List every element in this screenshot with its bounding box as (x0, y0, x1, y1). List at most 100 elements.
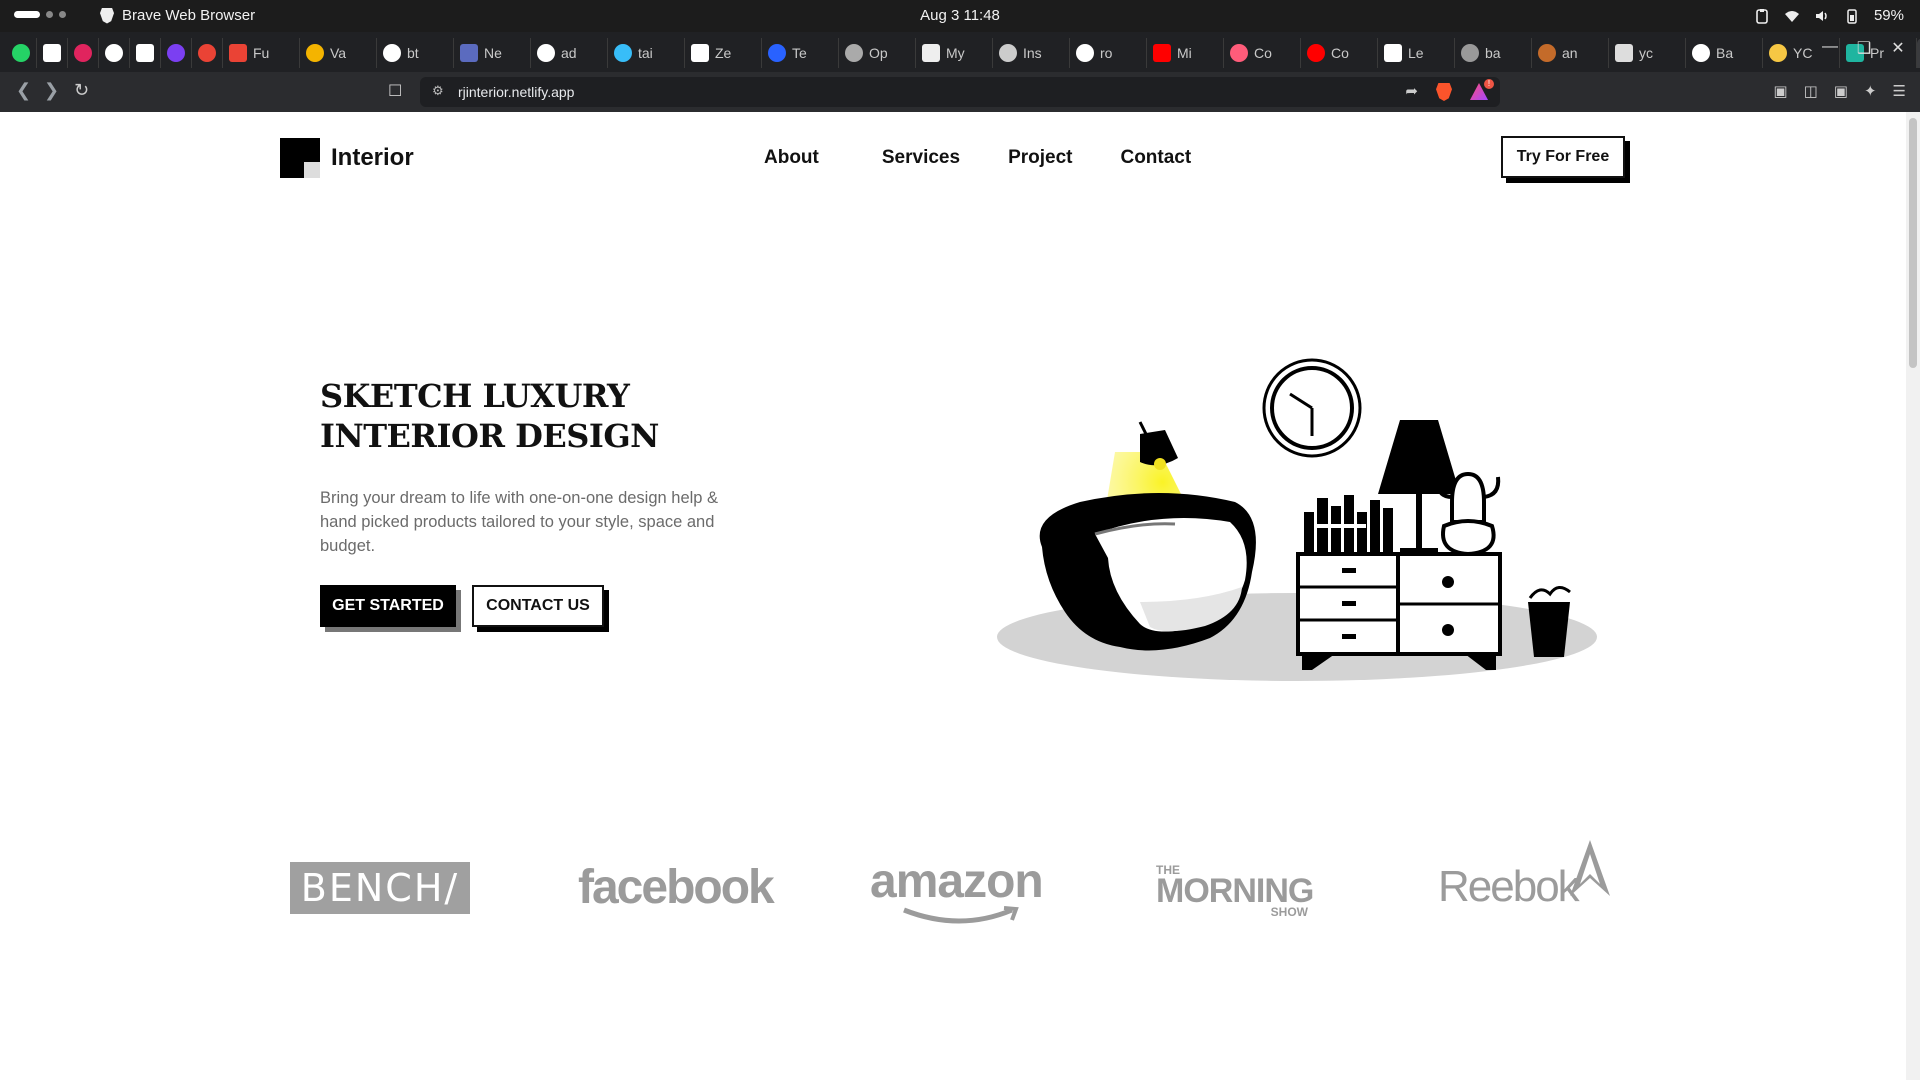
brand-morning-show-logo: THE MORNING SHOW (1156, 864, 1326, 918)
browser-tab[interactable]: ad (531, 38, 608, 68)
nav-services[interactable]: Services (882, 147, 960, 169)
browser-tab[interactable]: Co (1301, 38, 1378, 68)
hero-illustration (997, 358, 1597, 681)
url-text[interactable]: rjinterior.netlify.app (458, 84, 574, 100)
brave-shields-icon[interactable] (1436, 83, 1452, 101)
logo-mark-icon (280, 138, 320, 178)
site-logo[interactable]: Interior (280, 138, 414, 178)
dresser-icon (1296, 552, 1502, 670)
browser-tab[interactable]: Ba (1686, 38, 1763, 68)
browser-tab[interactable] (161, 38, 192, 68)
browser-tab[interactable] (192, 38, 223, 68)
browser-tab[interactable]: Co (1224, 38, 1301, 68)
tab-favicon-icon (845, 44, 863, 62)
browser-tab[interactable]: Ins (993, 38, 1070, 68)
page-scrollbar[interactable] (1906, 112, 1920, 1080)
tab-favicon-icon (614, 44, 632, 62)
maximize-icon[interactable]: ❑ (1856, 38, 1872, 58)
tab-label: Co (1254, 45, 1272, 61)
browser-tab[interactable]: Mi (1147, 38, 1224, 68)
tab-label: ad (561, 45, 577, 61)
back-icon[interactable]: ❮ (16, 80, 31, 101)
try-for-free-button[interactable]: Try For Free (1501, 136, 1625, 178)
browser-tab[interactable] (37, 38, 68, 68)
share-icon[interactable]: ➦ (1405, 82, 1418, 100)
tab-label: Op (869, 45, 888, 61)
wallet-icon[interactable]: ▣ (1834, 82, 1848, 100)
tab-favicon-icon (922, 44, 940, 62)
tab-favicon-icon (1538, 44, 1556, 62)
tab-label: Ze (715, 45, 732, 61)
main-nav: About Services Project Contact (764, 147, 1191, 169)
logo-text: Interior (331, 144, 414, 171)
morning-main: MORNING (1156, 872, 1314, 910)
browser-tab[interactable]: My (916, 38, 993, 68)
bookmark-icon[interactable]: ☐ (388, 81, 402, 101)
browser-tab[interactable]: Va (300, 38, 377, 68)
browser-tab[interactable]: ba (1455, 38, 1532, 68)
browser-tab[interactable]: tai (608, 38, 685, 68)
volume-icon (1815, 10, 1827, 21)
nav-contact[interactable]: Contact (1120, 147, 1191, 169)
tab-favicon-icon (1076, 44, 1094, 62)
tab-favicon-icon (167, 44, 185, 62)
tab-favicon-icon (229, 44, 247, 62)
tab-label: bt (407, 45, 419, 61)
brand-facebook-logo: facebook (578, 861, 775, 914)
address-bar[interactable]: ⚙ rjinterior.netlify.app ➦ ! (420, 77, 1500, 107)
browser-tab[interactable]: Ne (454, 38, 531, 68)
sidebar-icon[interactable]: ◫ (1804, 82, 1818, 100)
toolbar-actions: ▣ ◫ ▣ ✦ ☰ (1773, 82, 1906, 100)
browser-tab[interactable]: Fu (223, 38, 300, 68)
browser-tab[interactable]: Ze (685, 38, 762, 68)
contact-us-button[interactable]: CONTACT US (472, 585, 604, 627)
browser-tab[interactable]: Te (762, 38, 839, 68)
browser-tab[interactable]: Op (839, 38, 916, 68)
site-settings-icon[interactable]: ⚙ (432, 83, 444, 99)
tab-label: Te (792, 45, 807, 61)
tab-favicon-icon (1461, 44, 1479, 62)
browser-tab[interactable]: bt (377, 38, 454, 68)
hero-description: Bring your dream to life with one-on-one… (320, 489, 719, 555)
menu-icon[interactable]: ☰ (1893, 82, 1906, 100)
browser-tab[interactable] (130, 38, 161, 68)
tab-label: an (1562, 45, 1578, 61)
hero-title: SKETCH LUXURY INTERIOR DESIGN (320, 376, 659, 456)
wifi-icon (1784, 10, 1799, 22)
forward-icon[interactable]: ❯ (44, 80, 59, 101)
browser-tab[interactable] (6, 38, 37, 68)
browser-tab[interactable]: an (1532, 38, 1609, 68)
browser-tab[interactable]: Le (1378, 38, 1455, 68)
nav-project[interactable]: Project (1008, 147, 1072, 169)
browser-tab[interactable] (99, 38, 130, 68)
trash-bin-icon (1528, 586, 1571, 657)
battery-percent: 59% (1873, 7, 1904, 24)
nav-about[interactable]: About (764, 147, 819, 169)
browser-tab[interactable] (68, 38, 99, 68)
window-controls: — ❑ ✕ (1822, 38, 1906, 58)
tab-favicon-icon (1153, 44, 1171, 62)
tab-strip: Fu Va bt Ne ad tai Ze Te Op My Ins ro Mi Co Co Le ba an yc… (0, 32, 1920, 72)
screenshot-icon[interactable]: ▣ (1773, 82, 1787, 100)
close-window-icon[interactable]: ✕ (1890, 38, 1906, 58)
tab-favicon-icon (1769, 44, 1787, 62)
tab-favicon-icon (1230, 44, 1248, 62)
clock[interactable]: Aug 3 11:48 (0, 7, 1920, 24)
tab-favicon-icon (383, 44, 401, 62)
tab-label: ba (1485, 45, 1501, 61)
browser-tab[interactable]: ro (1070, 38, 1147, 68)
tab-label: My (946, 45, 965, 61)
tab-favicon-icon (691, 44, 709, 62)
leo-ai-icon[interactable]: ✦ (1864, 82, 1877, 100)
get-started-button[interactable]: GET STARTED (320, 585, 456, 627)
minimize-icon[interactable]: — (1822, 38, 1838, 58)
browser-tab[interactable]: yc (1609, 38, 1686, 68)
hero-title-line2: INTERIOR DESIGN (320, 417, 659, 455)
tab-favicon-icon (768, 44, 786, 62)
scrollbar-thumb[interactable] (1909, 118, 1917, 368)
tab-favicon-icon (105, 44, 123, 62)
os-top-bar: Brave Web Browser Aug 3 11:48 59% (0, 0, 1920, 32)
tab-favicon-icon (306, 44, 324, 62)
system-tray[interactable]: 59% (1754, 7, 1904, 24)
reload-icon[interactable]: ↻ (74, 80, 89, 101)
